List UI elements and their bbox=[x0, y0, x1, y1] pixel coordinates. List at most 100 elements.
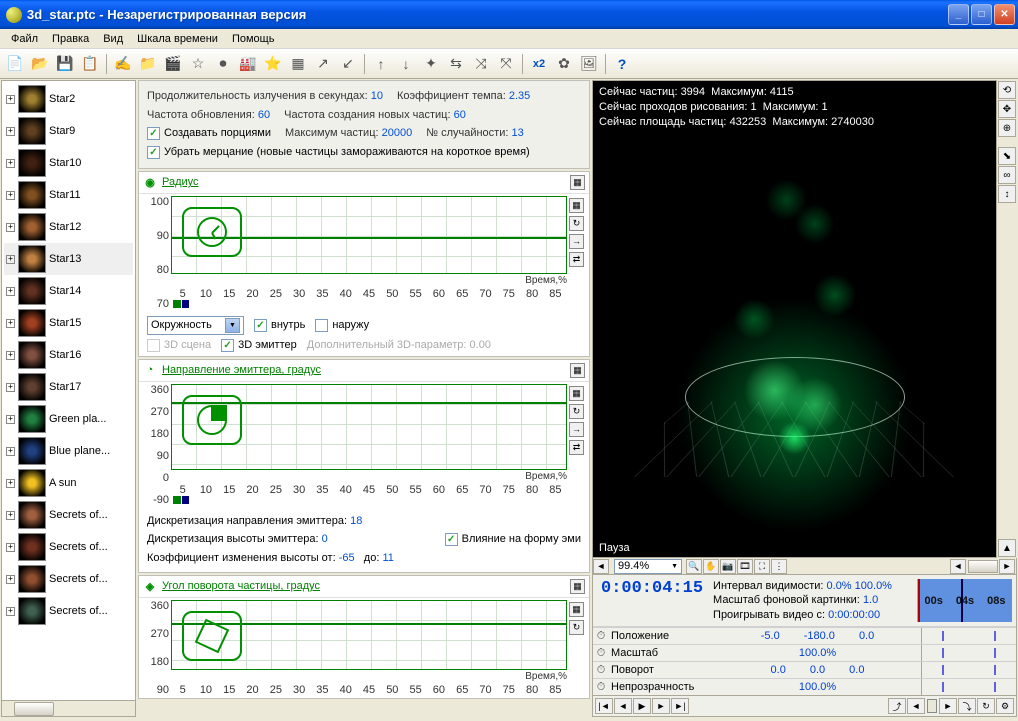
tree-item-green-pla-[interactable]: +Green pla... bbox=[4, 403, 133, 435]
rotation-title[interactable]: Угол поворота частицы, градус bbox=[162, 580, 320, 592]
prop-track[interactable] bbox=[921, 662, 1016, 678]
tree-item-star15[interactable]: +Star15 bbox=[4, 307, 133, 339]
dir-side1-icon[interactable]: ▦ bbox=[569, 386, 584, 401]
dir-side2-icon[interactable]: ↻ bbox=[569, 404, 584, 419]
rot-side2-icon[interactable]: ↻ bbox=[569, 620, 584, 635]
expand-icon[interactable]: + bbox=[6, 543, 15, 552]
join-icon[interactable]: ⤧ bbox=[495, 53, 517, 75]
tree-item-secrets-of-[interactable]: +Secrets of... bbox=[4, 595, 133, 627]
save-icon[interactable]: 💾 bbox=[54, 53, 76, 75]
folder-icon[interactable]: 📁 bbox=[137, 53, 159, 75]
radius-side1-icon[interactable]: ▦ bbox=[569, 198, 584, 213]
prop-row-3[interactable]: ⏱Непрозрачность100.0% bbox=[593, 678, 1016, 695]
image-icon[interactable]: 🖼 bbox=[578, 53, 600, 75]
record-icon[interactable]: ⏺ bbox=[212, 53, 234, 75]
tree-item-secrets-of-[interactable]: +Secrets of... bbox=[4, 499, 133, 531]
coeff-to-value[interactable]: 11 bbox=[382, 552, 393, 564]
curve-icon[interactable]: ✍ bbox=[112, 53, 134, 75]
merge-icon[interactable]: ⇆ bbox=[445, 53, 467, 75]
globe-icon[interactable]: ⊕ bbox=[998, 119, 1016, 137]
favorite-icon[interactable]: ⭐ bbox=[262, 53, 284, 75]
stopwatch-icon[interactable]: ⏱ bbox=[593, 647, 609, 660]
tree-item-secrets-of-[interactable]: +Secrets of... bbox=[4, 563, 133, 595]
max-value[interactable]: 20000 bbox=[382, 127, 413, 139]
pan-icon[interactable]: ✥ bbox=[998, 100, 1016, 118]
key-next-icon[interactable]: ► bbox=[939, 698, 957, 714]
minimize-button[interactable]: _ bbox=[948, 4, 969, 25]
scroll-up-icon[interactable]: ▲ bbox=[998, 539, 1016, 557]
shape-influence-checkbox[interactable]: ✓Влияние на форму эми bbox=[445, 530, 581, 549]
emitter3d-checkbox[interactable]: ✓3D эмиттер bbox=[221, 339, 297, 352]
expand-icon[interactable]: + bbox=[6, 255, 15, 264]
emitter-tree[interactable]: +Star2+Star9+Star10+Star11+Star12+Star13… bbox=[2, 81, 135, 700]
branch-icon[interactable]: ⤨ bbox=[470, 53, 492, 75]
expand-icon[interactable]: + bbox=[6, 95, 15, 104]
expand-icon[interactable]: + bbox=[6, 511, 15, 520]
menu-file[interactable]: Файл bbox=[4, 31, 45, 47]
expand-icon[interactable]: + bbox=[6, 447, 15, 456]
direction-chart[interactable] bbox=[171, 384, 567, 470]
stopwatch-icon[interactable]: ⏱ bbox=[593, 630, 609, 643]
radius-side4-icon[interactable]: ⇄ bbox=[569, 252, 584, 267]
settings-icon[interactable]: ⚙ bbox=[996, 698, 1014, 714]
expand-icon[interactable]: + bbox=[6, 191, 15, 200]
key-back-icon[interactable]: ⤴ bbox=[888, 698, 906, 714]
prop-track[interactable] bbox=[921, 679, 1016, 695]
axis-xy-icon[interactable]: ⬊ bbox=[998, 147, 1016, 165]
star-icon[interactable]: ☆ bbox=[187, 53, 209, 75]
orbit-icon[interactable]: ⟲ bbox=[998, 81, 1016, 99]
tree-item-secrets-of-[interactable]: +Secrets of... bbox=[4, 531, 133, 563]
preview-canvas[interactable]: Сейчас частиц: 3994 Максимум: 4115 Сейча… bbox=[592, 80, 997, 558]
coeff-from-value[interactable]: -65 bbox=[339, 552, 355, 564]
dots-icon[interactable]: ⋮ bbox=[771, 559, 787, 574]
play-icon[interactable]: ▶ bbox=[633, 698, 651, 714]
duration-value[interactable]: 10 bbox=[371, 90, 383, 102]
clapper-icon[interactable]: 🎬 bbox=[162, 53, 184, 75]
dir-side4-icon[interactable]: ⇄ bbox=[569, 440, 584, 455]
save-as-icon[interactable]: 📋 bbox=[79, 53, 101, 75]
next-frame-icon[interactable]: ► bbox=[652, 698, 670, 714]
leaf-icon[interactable]: ✿ bbox=[553, 53, 575, 75]
axis-link-icon[interactable]: ∞ bbox=[998, 166, 1016, 184]
discr-h-value[interactable]: 0 bbox=[322, 533, 328, 545]
close-button[interactable]: ✕ bbox=[994, 4, 1015, 25]
outside-checkbox[interactable]: наружу bbox=[315, 319, 369, 332]
direction-title[interactable]: Направление эмиттера, градус bbox=[162, 364, 321, 376]
batch-checkbox[interactable]: ✓Создавать порциями bbox=[147, 124, 271, 143]
factory-icon[interactable]: 🏭 bbox=[237, 53, 259, 75]
seed-value[interactable]: 13 bbox=[511, 127, 523, 139]
expand-icon[interactable]: + bbox=[6, 575, 15, 584]
expand-icon[interactable]: + bbox=[6, 127, 15, 136]
menu-view[interactable]: Вид bbox=[96, 31, 130, 47]
menu-timeline[interactable]: Шкала времени bbox=[130, 31, 225, 47]
tree-item-star12[interactable]: +Star12 bbox=[4, 211, 133, 243]
expand-icon[interactable]: + bbox=[6, 415, 15, 424]
scatter-icon[interactable]: ✦ bbox=[420, 53, 442, 75]
tree-item-star16[interactable]: +Star16 bbox=[4, 339, 133, 371]
scene3d-checkbox[interactable]: 3D сцена bbox=[147, 339, 211, 352]
expand-icon[interactable]: + bbox=[6, 223, 15, 232]
discr-dir-value[interactable]: 18 bbox=[350, 515, 362, 527]
timecode[interactable]: 0:00:04:15 bbox=[597, 579, 707, 622]
menu-help[interactable]: Помощь bbox=[225, 31, 282, 47]
nav-left-icon[interactable]: ◄ bbox=[950, 559, 966, 574]
hand-icon[interactable]: ✋ bbox=[703, 559, 719, 574]
prop-row-0[interactable]: ⏱Положение-5.0-180.00.0 bbox=[593, 627, 1016, 644]
expand-icon[interactable]: + bbox=[6, 159, 15, 168]
key-fwd-icon[interactable]: ⤵ bbox=[958, 698, 976, 714]
sidebar-hscroll[interactable] bbox=[2, 700, 135, 716]
radius-opts-icon[interactable]: ▦ bbox=[570, 175, 585, 190]
direction-opts-icon[interactable]: ▦ bbox=[570, 363, 585, 378]
tree-item-star17[interactable]: +Star17 bbox=[4, 371, 133, 403]
prop-row-1[interactable]: ⏱Масштаб100.0% bbox=[593, 644, 1016, 661]
radius-title[interactable]: Радиус bbox=[162, 176, 199, 188]
zoom-combo[interactable]: 99.4%▼ bbox=[614, 559, 682, 574]
x2-icon[interactable]: x2 bbox=[528, 53, 550, 75]
prev-frame-icon[interactable]: ◄ bbox=[614, 698, 632, 714]
new-icon[interactable]: 📄 bbox=[4, 53, 26, 75]
rotation-chart[interactable] bbox=[171, 600, 567, 670]
mag-icon[interactable]: 🔍 bbox=[686, 559, 702, 574]
open-icon[interactable]: 📂 bbox=[29, 53, 51, 75]
last-frame-icon[interactable]: ►| bbox=[671, 698, 689, 714]
expand-icon[interactable]: + bbox=[6, 479, 15, 488]
